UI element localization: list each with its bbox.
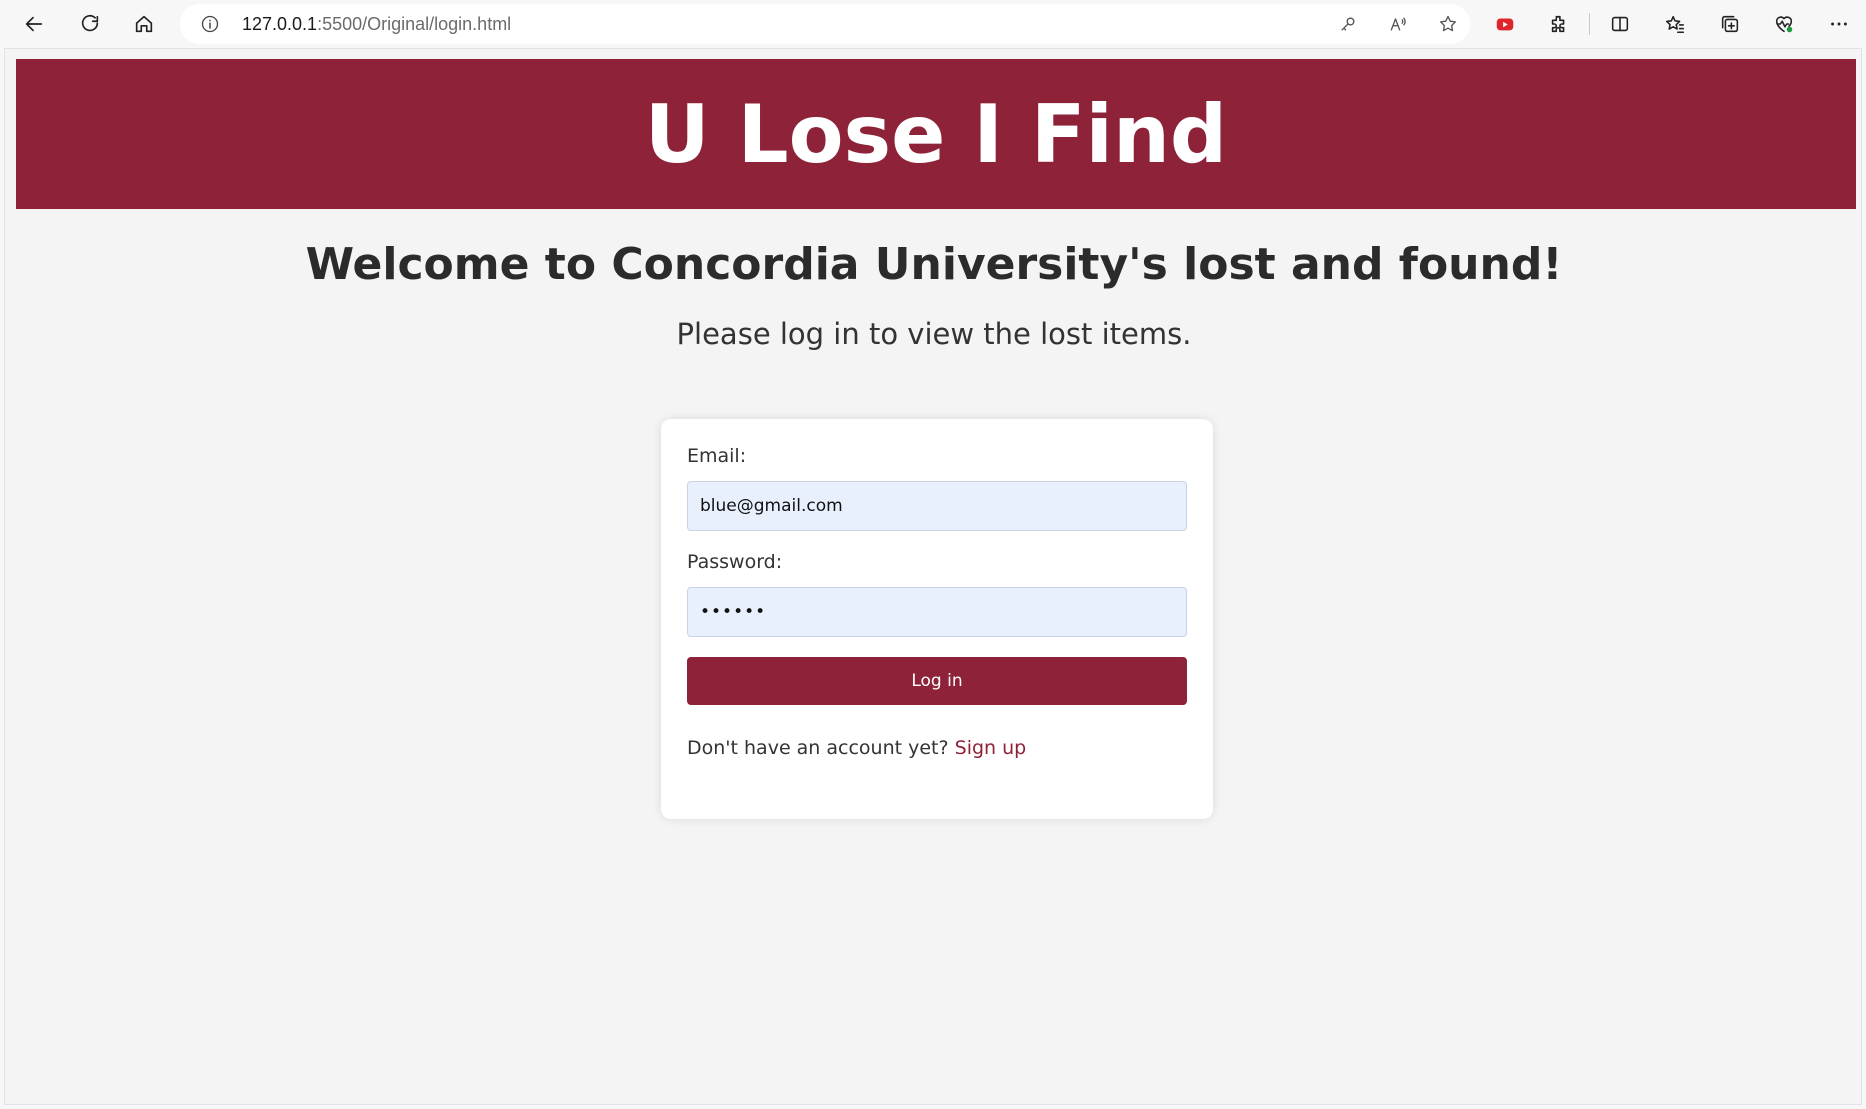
- read-aloud-icon[interactable]: [1386, 12, 1410, 36]
- welcome-heading: Welcome to Concordia University's lost a…: [305, 239, 1563, 290]
- toolbar-divider: [1589, 13, 1590, 35]
- refresh-icon[interactable]: [70, 4, 110, 44]
- home-icon[interactable]: [124, 4, 164, 44]
- login-prompt: Please log in to view the lost items.: [676, 317, 1192, 351]
- no-account-text: Don't have an account yet?: [687, 737, 949, 759]
- browser-toolbar: 127.0.0.1:5500/Original/login.html: [0, 0, 1866, 48]
- signup-link[interactable]: Sign up: [955, 737, 1027, 759]
- back-arrow-icon[interactable]: [14, 4, 54, 44]
- url-text[interactable]: 127.0.0.1:5500/Original/login.html: [242, 4, 511, 44]
- url-path: :5500/Original/login.html: [317, 14, 512, 34]
- login-button[interactable]: Log in: [687, 657, 1187, 705]
- key-icon[interactable]: [1336, 12, 1360, 36]
- star-icon[interactable]: [1436, 12, 1460, 36]
- signup-prompt: Don't have an account yet? Sign up: [687, 737, 1026, 759]
- page-viewport: U Lose I Find Welcome to Concordia Unive…: [4, 48, 1862, 1105]
- url-host: 127.0.0.1: [242, 14, 318, 34]
- browser-essentials-icon[interactable]: [1764, 4, 1804, 44]
- site-header: U Lose I Find: [16, 59, 1856, 209]
- password-label: Password:: [687, 551, 783, 573]
- password-field[interactable]: [687, 587, 1187, 637]
- info-icon[interactable]: [200, 14, 220, 34]
- collections-icon[interactable]: [1710, 4, 1750, 44]
- favorites-icon[interactable]: [1655, 4, 1695, 44]
- email-label: Email:: [687, 445, 747, 467]
- split-screen-icon[interactable]: [1600, 4, 1640, 44]
- address-bar[interactable]: 127.0.0.1:5500/Original/login.html: [180, 4, 1470, 44]
- youtube-extension-icon[interactable]: [1485, 4, 1525, 44]
- extensions-icon[interactable]: [1539, 4, 1579, 44]
- site-title: U Lose I Find: [644, 87, 1228, 181]
- email-field[interactable]: [687, 481, 1187, 531]
- login-card: Email: Password: Log in Don't have an ac…: [661, 419, 1213, 819]
- more-icon[interactable]: [1819, 4, 1859, 44]
